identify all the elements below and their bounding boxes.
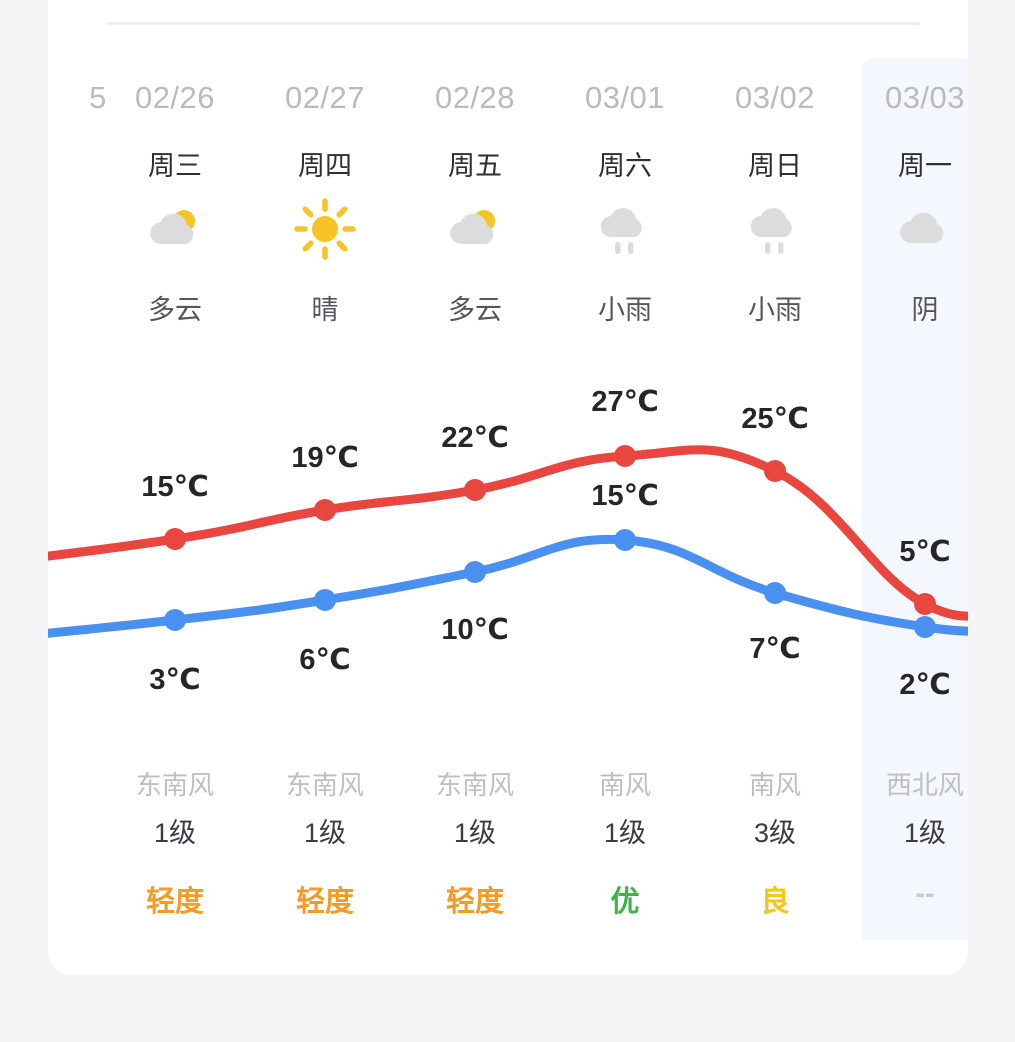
day-columns: 02/26 周三 多云 东南风 1级 轻度 02/27 周四晴东南风 1级 轻度 02/28 周五 … bbox=[48, 0, 968, 975]
air-quality-badge: -- bbox=[915, 878, 935, 910]
condition-label: 小雨 bbox=[598, 295, 652, 325]
weekday-label: 周三 bbox=[148, 151, 202, 181]
forecast-card: 5 15℃ 3℃ 19℃ 6℃ 22℃ 10℃ 27℃ 15℃ 25℃ 7℃ 5℃ 2℃ 02/26 周… bbox=[48, 0, 968, 975]
wind-direction-label: 东南风 bbox=[135, 770, 214, 800]
wind-direction-label: 西北风 bbox=[885, 770, 964, 800]
weekday-label: 周日 bbox=[748, 151, 802, 181]
wind-direction-label: 南风 bbox=[748, 770, 801, 800]
weekday-label: 周一 bbox=[898, 151, 952, 181]
air-quality-badge: 轻度 bbox=[295, 886, 354, 918]
weather-forecast-screen: 5 15℃ 3℃ 19℃ 6℃ 22℃ 10℃ 27℃ 15℃ 25℃ 7℃ 5℃ 2℃ 02/26 周… bbox=[0, 0, 1015, 1042]
light-rain-icon bbox=[700, 198, 850, 260]
condition-label: 阴 bbox=[911, 295, 939, 325]
wind-level-label: 1级 bbox=[153, 818, 197, 848]
cloudy-sun-icon bbox=[100, 198, 250, 260]
date-label: 03/03 bbox=[884, 80, 966, 115]
date-label: 02/27 bbox=[284, 80, 366, 115]
wind-level-label: 3级 bbox=[753, 818, 797, 848]
condition-label: 晴 bbox=[311, 295, 339, 325]
air-quality-badge: 轻度 bbox=[145, 886, 204, 918]
sunny-icon bbox=[250, 198, 400, 260]
wind-level-label: 1级 bbox=[903, 818, 947, 848]
weekday-label: 周五 bbox=[448, 151, 502, 181]
wind-level-label: 1级 bbox=[453, 818, 497, 848]
date-label: 02/26 bbox=[134, 80, 216, 115]
condition-label: 多云 bbox=[448, 295, 502, 325]
wind-direction-label: 东南风 bbox=[285, 770, 364, 800]
light-rain-icon bbox=[550, 198, 700, 260]
condition-label: 多云 bbox=[148, 295, 202, 325]
wind-direction-label: 东南风 bbox=[435, 770, 514, 800]
date-label: 03/02 bbox=[734, 80, 816, 115]
wind-level-label: 1级 bbox=[303, 818, 347, 848]
weekday-label: 周四 bbox=[298, 151, 352, 181]
wind-direction-label: 南风 bbox=[598, 770, 651, 800]
date-label: 02/28 bbox=[434, 80, 516, 115]
weekday-label: 周六 bbox=[598, 151, 652, 181]
condition-label: 小雨 bbox=[748, 295, 802, 325]
date-label: 03/01 bbox=[584, 80, 666, 115]
overcast-icon bbox=[850, 198, 968, 260]
air-quality-badge: 优 bbox=[610, 886, 640, 918]
air-quality-badge: 良 bbox=[760, 886, 790, 918]
cloudy-sun-icon bbox=[400, 198, 550, 260]
wind-level-label: 1级 bbox=[603, 818, 647, 848]
air-quality-badge: 轻度 bbox=[445, 886, 504, 918]
